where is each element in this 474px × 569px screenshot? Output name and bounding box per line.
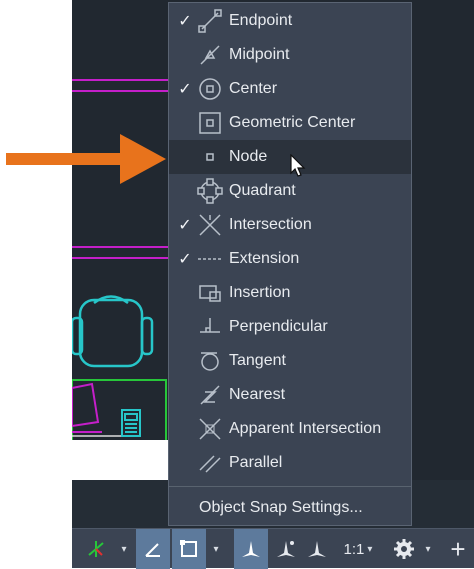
isodraft-button[interactable] bbox=[136, 529, 170, 569]
object-snap-settings-item[interactable]: Object Snap Settings... bbox=[199, 493, 363, 523]
screenshot-stage: ▾ ▾ 1:1 ▾ ▾ + ✓ Endpoint Midpoint ✓ Cent… bbox=[0, 0, 474, 569]
endpoint-snap-icon bbox=[198, 9, 222, 33]
status-bar: ▾ ▾ 1:1 ▾ ▾ + bbox=[72, 528, 474, 569]
chair-block bbox=[72, 295, 154, 368]
object-snap-button[interactable] bbox=[172, 529, 206, 569]
tangent-snap-icon bbox=[201, 352, 219, 371]
customize-button[interactable]: + bbox=[444, 529, 472, 569]
gear-icon bbox=[394, 539, 414, 559]
menu-item-label: Insertion bbox=[229, 284, 291, 301]
annotation-icon bbox=[308, 541, 326, 557]
menu-item-midpoint[interactable]: Midpoint bbox=[169, 38, 411, 72]
chevron-down-icon: ▾ bbox=[121, 543, 127, 555]
workspace-menu-button[interactable]: ▾ bbox=[420, 529, 436, 569]
menu-item-label: Midpoint bbox=[229, 46, 290, 63]
quadrant-snap-icon bbox=[197, 178, 223, 204]
polar-tracking-button[interactable] bbox=[76, 529, 116, 569]
midpoint-snap-icon bbox=[200, 45, 220, 65]
menu-item-label: Endpoint bbox=[229, 12, 293, 29]
scale-label: 1:1 bbox=[343, 540, 365, 558]
menu-item-perpendicular[interactable]: Perpendicular bbox=[169, 310, 411, 344]
plus-icon: + bbox=[450, 533, 466, 564]
geometric-center-snap-icon bbox=[199, 112, 221, 134]
menu-item-label: Geometric Center bbox=[229, 114, 356, 131]
menu-item-nearest[interactable]: Nearest bbox=[169, 378, 411, 412]
menu-item-extension[interactable]: ✓ Extension bbox=[169, 242, 411, 276]
mouse-cursor-icon bbox=[290, 154, 306, 177]
checkmark-icon: ✓ bbox=[178, 251, 192, 268]
menu-item-geometric-center[interactable]: Geometric Center bbox=[169, 106, 411, 140]
menu-item-label: Parallel bbox=[229, 454, 283, 471]
annotation-scale-button[interactable] bbox=[302, 529, 332, 569]
parallel-snap-icon bbox=[199, 455, 221, 473]
annotation-scale-icon bbox=[242, 541, 260, 557]
menu-item-label: Node bbox=[229, 148, 268, 165]
menu-item-label: Tangent bbox=[229, 352, 286, 369]
menu-item-label: Quadrant bbox=[229, 182, 296, 199]
object-snap-menu: ✓ Endpoint Midpoint ✓ Center Geometric C… bbox=[168, 2, 412, 526]
object-snap-icon bbox=[180, 540, 197, 557]
extension-snap-icon bbox=[198, 258, 222, 260]
polar-tracking-icon bbox=[88, 541, 104, 557]
menu-item-intersection[interactable]: ✓ Intersection bbox=[169, 208, 411, 242]
menu-item-label: Extension bbox=[229, 250, 300, 267]
center-snap-icon bbox=[199, 78, 221, 100]
menu-item-label: Apparent Intersection bbox=[229, 420, 382, 437]
menu-item-apparent-intersection[interactable]: Apparent Intersection bbox=[169, 412, 411, 446]
isodraft-icon bbox=[145, 543, 160, 557]
menu-item-label: Nearest bbox=[229, 386, 286, 403]
pointer-arrow-icon bbox=[6, 134, 166, 184]
menu-item-parallel[interactable]: Parallel bbox=[169, 446, 411, 480]
auto-scale-button[interactable] bbox=[270, 529, 302, 569]
workspace-button[interactable] bbox=[388, 529, 420, 569]
menu-item-label: Intersection bbox=[229, 216, 312, 233]
menu-item-label: Perpendicular bbox=[229, 318, 328, 335]
perpendicular-snap-icon bbox=[200, 318, 220, 333]
menu-item-quadrant[interactable]: Quadrant bbox=[169, 174, 411, 208]
menu-item-tangent[interactable]: Tangent bbox=[169, 344, 411, 378]
monitor-block bbox=[72, 382, 102, 433]
object-snap-menu-button[interactable]: ▾ bbox=[208, 529, 224, 569]
outside-margin bbox=[0, 0, 72, 568]
menu-item-center[interactable]: ✓ Center bbox=[169, 72, 411, 106]
auto-scale-icon bbox=[277, 541, 295, 557]
apparent-intersection-snap-icon bbox=[199, 418, 221, 440]
checkmark-icon: ✓ bbox=[178, 81, 192, 98]
annotation-visibility-button[interactable] bbox=[234, 529, 268, 569]
chevron-down-icon: ▾ bbox=[425, 543, 431, 555]
menu-divider bbox=[169, 486, 411, 487]
scale-selector[interactable]: 1:1 ▾ bbox=[334, 529, 382, 569]
menu-item-endpoint[interactable]: ✓ Endpoint bbox=[169, 4, 411, 38]
polar-tracking-menu-button[interactable]: ▾ bbox=[116, 529, 132, 569]
nearest-snap-icon bbox=[200, 385, 220, 405]
menu-item-insertion[interactable]: Insertion bbox=[169, 276, 411, 310]
node-snap-icon bbox=[206, 153, 214, 161]
menu-item-label: Center bbox=[229, 80, 278, 97]
insertion-snap-icon bbox=[199, 285, 221, 302]
chevron-down-icon: ▾ bbox=[367, 543, 373, 555]
checkmark-icon: ✓ bbox=[178, 13, 192, 30]
phone-block bbox=[121, 409, 141, 437]
intersection-snap-icon bbox=[199, 214, 221, 236]
chevron-down-icon: ▾ bbox=[213, 543, 219, 555]
checkmark-icon: ✓ bbox=[178, 217, 192, 234]
paper-area bbox=[72, 440, 168, 480]
